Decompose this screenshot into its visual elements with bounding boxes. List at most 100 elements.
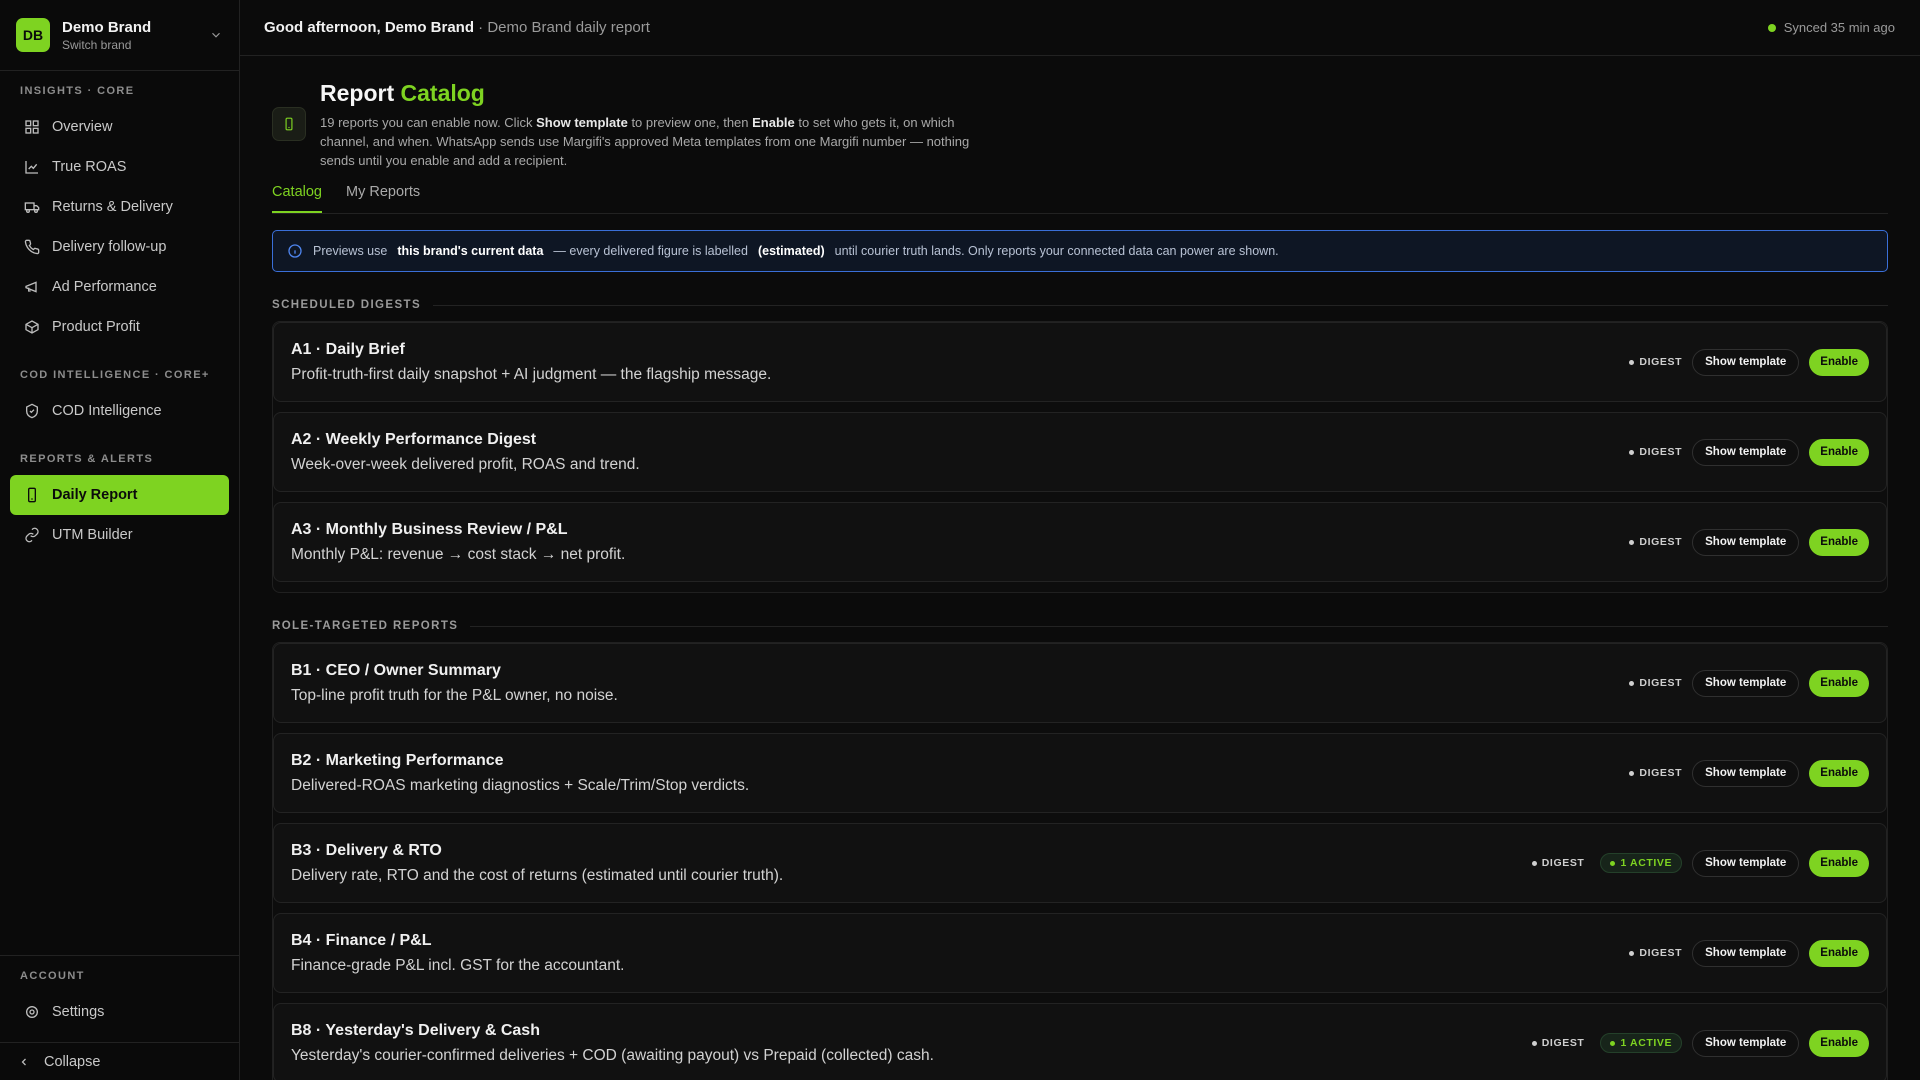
show-template-button[interactable]: Show template: [1692, 1029, 1800, 1057]
dot-icon: [1629, 680, 1635, 686]
tab-catalog[interactable]: Catalog: [272, 182, 322, 213]
show-template-button[interactable]: Show template: [1692, 438, 1800, 466]
dot-icon: [1610, 1040, 1616, 1046]
nav-section-title: INSIGHTS · CORE: [20, 85, 135, 97]
report-card: A2 · Weekly Performance Digest Week-over-…: [273, 412, 1887, 492]
sidebar-item-returns-delivery[interactable]: Returns & Delivery: [10, 187, 229, 227]
report-card: A1 · Daily Brief Profit-truth-first daily…: [273, 322, 1887, 402]
sidebar-item-label: COD Intelligence: [52, 403, 162, 419]
sidebar-item-label: Product Profit: [52, 319, 140, 335]
digest-badge: DIGEST: [1629, 677, 1682, 689]
tabs: Catalog My Reports: [272, 182, 1888, 214]
link-icon: [25, 527, 39, 543]
report-title: B1 · CEO / Owner Summary: [291, 661, 501, 679]
truck-icon: [24, 202, 40, 213]
sidebar-item-delivery-follow-up[interactable]: Delivery follow-up: [10, 227, 229, 267]
report-card: B1 · CEO / Owner Summary Top-line profit …: [273, 643, 1887, 723]
greeting-sub: · Demo Brand daily report: [478, 19, 650, 36]
sidebar-item-utm-builder[interactable]: UTM Builder: [10, 515, 229, 555]
report-description: Top-line profit truth for the P&L owner,…: [291, 686, 618, 704]
enable-button[interactable]: Enable: [1809, 1029, 1869, 1057]
report-description: Yesterday's courier-confirmed deliveries…: [291, 1046, 934, 1064]
digest-badge: DIGEST: [1531, 857, 1585, 869]
collapse-label: Collapse: [44, 1053, 101, 1070]
enable-button[interactable]: Enable: [1809, 348, 1869, 376]
phone-icon: [24, 239, 40, 255]
chart-line-icon: [25, 161, 38, 174]
report-group: B1 · CEO / Owner Summary Top-line profit …: [272, 642, 1888, 1080]
report-title: A3 · Monthly Business Review / P&L: [291, 520, 568, 538]
sidebar-item-product-profit[interactable]: Product Profit: [10, 307, 229, 347]
digest-badge: DIGEST: [1629, 536, 1682, 548]
enable-button[interactable]: Enable: [1809, 939, 1869, 967]
brand-switcher[interactable]: DB Demo Brand Switch brand: [0, 0, 239, 71]
sidebar-item-label: True ROAS: [52, 159, 127, 175]
show-template-button[interactable]: Show template: [1692, 669, 1800, 697]
sidebar-item-label: UTM Builder: [52, 527, 133, 543]
sidebar-item-overview[interactable]: Overview: [10, 107, 229, 147]
active-badge: 1 ACTIVE: [1600, 1033, 1683, 1053]
report-description: Profit-truth-first daily snapshot + AI j…: [291, 365, 772, 383]
nav-section-title: COD INTELLIGENCE · CORE+: [20, 369, 210, 381]
sidebar: DB Demo Brand Switch brand INSIGHTS · CO…: [0, 0, 240, 1080]
sidebar-item-true-roas[interactable]: True ROAS: [10, 147, 229, 187]
nav-section-title: ACCOUNT: [20, 970, 85, 982]
report-card: A3 · Monthly Business Review / P&L Monthl…: [273, 502, 1887, 582]
brand-name: Demo Brand: [62, 18, 152, 36]
grid-icon: [25, 120, 39, 134]
enable-button[interactable]: Enable: [1809, 669, 1869, 697]
dot-icon: [1531, 860, 1537, 866]
enable-button[interactable]: Enable: [1809, 438, 1869, 466]
megaphone-icon: [25, 281, 37, 293]
report-description: Delivery rate, RTO and the cost of retur…: [291, 866, 784, 884]
sidebar-item-label: Ad Performance: [52, 279, 157, 295]
sidebar-item-settings[interactable]: Settings: [10, 992, 229, 1032]
chevron-left-icon: [21, 1058, 26, 1065]
report-title: B3 · Delivery & RTO: [291, 841, 442, 859]
sidebar-item-ad-performance[interactable]: Ad Performance: [10, 267, 229, 307]
box-icon: [25, 320, 39, 334]
digest-badge: DIGEST: [1629, 947, 1682, 959]
sidebar-item-label: Delivery follow-up: [52, 239, 167, 255]
sidebar-item-cod-intelligence[interactable]: COD Intelligence: [10, 391, 229, 431]
chevron-down-icon[interactable]: [209, 28, 223, 42]
report-description: Week-over-week delivered profit, ROAS an…: [291, 455, 640, 473]
enable-button[interactable]: Enable: [1809, 528, 1869, 556]
info-icon: [288, 244, 302, 258]
sidebar-item-label: Returns & Delivery: [52, 199, 173, 215]
digest-badge: DIGEST: [1629, 446, 1682, 458]
sidebar-nav: INSIGHTS · CORE Overview True ROAS Retur…: [0, 71, 239, 955]
show-template-button[interactable]: Show template: [1692, 759, 1800, 787]
sidebar-account: ACCOUNT Settings Collapse: [0, 955, 239, 1080]
report-card: B2 · Marketing Performance Delivered-ROAS…: [273, 733, 1887, 813]
info-banner: Previews use this brand's current data — e…: [272, 230, 1888, 272]
active-badge: 1 ACTIVE: [1600, 853, 1683, 873]
dot-icon: [1610, 860, 1616, 866]
shield-icon: [26, 403, 38, 419]
main: Good afternoon, Demo Brand · Demo Brand …: [240, 0, 1920, 1080]
show-template-button[interactable]: Show template: [1692, 348, 1800, 376]
topbar: Good afternoon, Demo Brand · Demo Brand …: [240, 0, 1920, 56]
digest-badge: DIGEST: [1531, 1037, 1585, 1049]
report-card: B8 · Yesterday's Delivery & Cash Yesterda…: [273, 1003, 1887, 1080]
enable-button[interactable]: Enable: [1809, 849, 1869, 877]
brand-switch-label: Switch brand: [62, 37, 132, 52]
sidebar-item-daily-report[interactable]: Daily Report: [10, 475, 229, 515]
show-template-button[interactable]: Show template: [1692, 528, 1800, 556]
section-title: SCHEDULED DIGESTS: [272, 299, 1888, 311]
enable-button[interactable]: Enable: [1809, 759, 1869, 787]
show-template-button[interactable]: Show template: [1692, 849, 1800, 877]
dot-icon: [1629, 449, 1635, 455]
dot-icon: [1629, 539, 1635, 545]
report-description: Delivered-ROAS marketing diagnostics + S…: [291, 776, 750, 794]
tab-my-reports[interactable]: My Reports: [346, 182, 420, 213]
sync-status: Synced 35 min ago: [1767, 20, 1895, 35]
brand-avatar: DB: [16, 18, 50, 52]
section-title: ROLE-TARGETED REPORTS: [272, 620, 1888, 632]
greeting: Good afternoon, Demo Brand · Demo Brand …: [264, 19, 650, 36]
show-template-button[interactable]: Show template: [1692, 939, 1800, 967]
sync-dot-icon: [1767, 23, 1776, 32]
collapse-button[interactable]: Collapse: [0, 1042, 239, 1080]
dot-icon: [1629, 950, 1635, 956]
dot-icon: [1531, 1040, 1537, 1046]
